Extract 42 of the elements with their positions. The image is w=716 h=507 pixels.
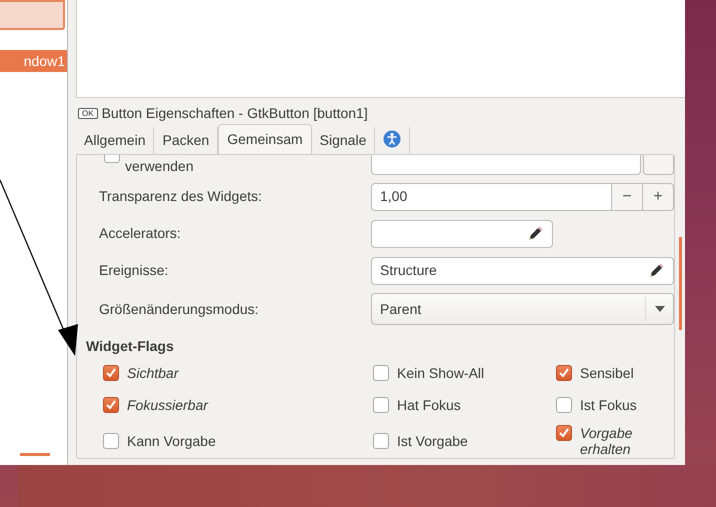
field-button[interactable]	[643, 155, 674, 175]
text-field[interactable]: Structure	[371, 256, 674, 284]
checkbox-label: Sensibel	[580, 365, 634, 381]
checkbox[interactable]	[556, 425, 572, 441]
checkbox[interactable]	[103, 365, 119, 381]
pencil-icon[interactable]	[526, 224, 544, 242]
accessibility-icon	[383, 130, 402, 148]
checkbox[interactable]	[373, 397, 389, 413]
section-heading: Widget-Flags	[85, 337, 175, 356]
checkbox[interactable]	[103, 433, 119, 449]
plus-button[interactable]: +	[643, 182, 674, 210]
button-icon: OK	[78, 108, 98, 119]
property-label: Accelerators:	[99, 224, 182, 243]
tree-button[interactable]	[0, 0, 65, 30]
spin-field[interactable]: 1,00	[371, 182, 612, 210]
checkbox[interactable]	[373, 433, 389, 449]
field-value: Structure	[380, 261, 437, 280]
checkbox-label: Kein Show-All	[397, 365, 484, 381]
property-label: verwenden	[125, 157, 194, 176]
text-field[interactable]	[371, 220, 553, 248]
checkbox-label: Vorgabe erhalten	[580, 425, 634, 457]
checkbox-label: Kann Vorgabe	[127, 433, 216, 449]
property-label: Transparenz des Widgets:	[99, 187, 263, 206]
caret-icon	[645, 297, 665, 321]
checkbox-label: Sichtbar	[127, 365, 178, 381]
text-field[interactable]	[371, 155, 641, 175]
checkbox-label: Fokussierbar	[127, 397, 208, 413]
checkbox[interactable]	[556, 365, 572, 381]
pencil-icon[interactable]	[647, 262, 665, 280]
checkbox-label: Ist Fokus	[580, 397, 637, 413]
dropdown[interactable]: Parent	[371, 293, 674, 325]
property-label: Ereignisse:	[99, 261, 170, 280]
tab[interactable]: Gemeinsam	[218, 124, 312, 154]
property-label: Größenänderungsmodus:	[99, 300, 260, 319]
checkbox[interactable]	[373, 365, 389, 381]
editor-title: Button Eigenschaften - GtkButton [button1]	[102, 104, 368, 123]
checkbox[interactable]	[556, 397, 572, 413]
checkbox[interactable]	[103, 397, 119, 413]
tree-marker	[20, 453, 50, 456]
minus-button[interactable]: −	[612, 182, 643, 210]
checkbox-label: Hat Fokus	[397, 397, 461, 413]
checkbox-label: Ist Vorgabe	[397, 433, 468, 449]
